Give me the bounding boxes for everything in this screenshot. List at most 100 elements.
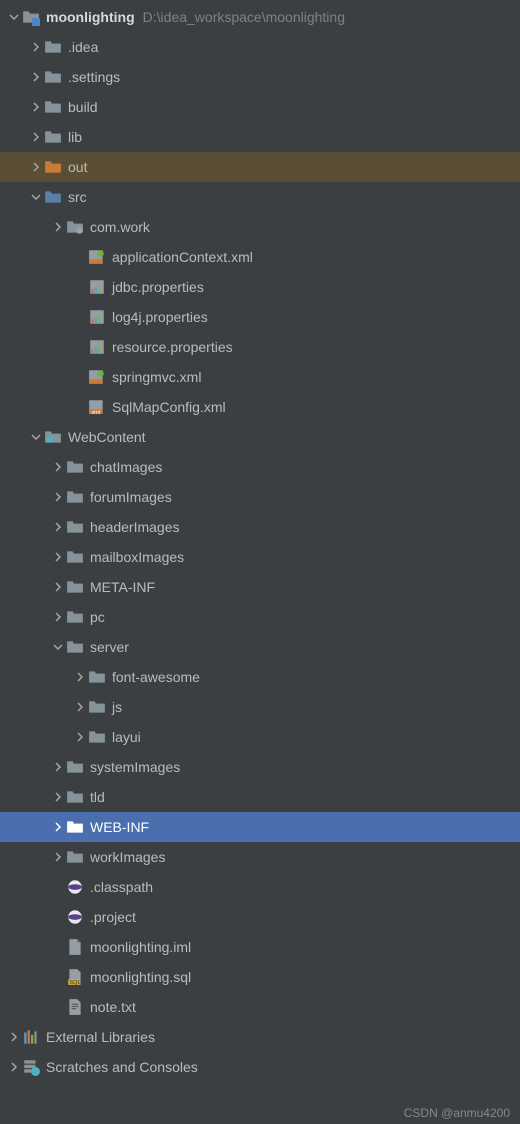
folder-icon (66, 789, 84, 805)
tree-row-pc[interactable]: pc (0, 602, 520, 632)
tree-node-label: resource.properties (112, 339, 233, 355)
text-file-icon (66, 999, 84, 1015)
chevron-right-icon[interactable] (6, 1059, 22, 1075)
chevron-right-icon[interactable] (50, 849, 66, 865)
chevron-right-icon[interactable] (28, 99, 44, 115)
tree-row-note[interactable]: note.txt (0, 992, 520, 1022)
tree-node-label: com.work (90, 219, 150, 235)
tree-row-root[interactable]: moonlighting D:\idea_workspace\moonlighti… (0, 2, 520, 32)
folder-icon (44, 129, 62, 145)
tree-row-sqlmapconfig[interactable]: xmlSqlMapConfig.xml (0, 392, 520, 422)
tree-row-src[interactable]: src (0, 182, 520, 212)
chevron-right-icon[interactable] (72, 669, 88, 685)
tree-row-jdbc[interactable]: jdbc.properties (0, 272, 520, 302)
tree-row-lib[interactable]: lib (0, 122, 520, 152)
tree-row-classpath[interactable]: .classpath (0, 872, 520, 902)
tree-node-label: chatImages (90, 459, 162, 475)
tree-node-label: moonlighting.sql (90, 969, 191, 985)
tree-row-resource[interactable]: resource.properties (0, 332, 520, 362)
tree-node-label: applicationContext.xml (112, 249, 253, 265)
tree-node-label: External Libraries (46, 1029, 155, 1045)
tree-row-tld[interactable]: tld (0, 782, 520, 812)
tree-row-build[interactable]: build (0, 92, 520, 122)
tree-row-log4j[interactable]: log4j.properties (0, 302, 520, 332)
eclipse-file-icon (66, 909, 84, 925)
tree-node-label: forumImages (90, 489, 172, 505)
chevron-right-icon[interactable] (50, 459, 66, 475)
chevron-right-icon[interactable] (28, 129, 44, 145)
indent-spacer (6, 917, 50, 918)
chevron-right-icon[interactable] (28, 39, 44, 55)
tree-row-extlib[interactable]: External Libraries (0, 1022, 520, 1052)
tree-row-project[interactable]: .project (0, 902, 520, 932)
chevron-right-icon[interactable] (50, 819, 66, 835)
tree-row-systemimages[interactable]: systemImages (0, 752, 520, 782)
chevron-right-icon[interactable] (50, 789, 66, 805)
tree-row-springmvc[interactable]: springmvc.xml (0, 362, 520, 392)
folder-icon (44, 39, 62, 55)
tree-row-appctx[interactable]: applicationContext.xml (0, 242, 520, 272)
indent-spacer (6, 497, 50, 498)
tree-row-iml[interactable]: moonlighting.iml (0, 932, 520, 962)
chevron-right-icon[interactable] (50, 489, 66, 505)
indent-spacer (6, 617, 50, 618)
tree-row-out[interactable]: out (0, 152, 520, 182)
chevron-right-icon[interactable] (50, 579, 66, 595)
indent-spacer (6, 287, 72, 288)
tree-node-label: META-INF (90, 579, 155, 595)
tree-row-server[interactable]: server (0, 632, 520, 662)
chevron-down-icon[interactable] (50, 639, 66, 655)
indent-spacer (6, 257, 72, 258)
tree-row-sql[interactable]: SQLmoonlighting.sql (0, 962, 520, 992)
chevron-right-icon[interactable] (50, 759, 66, 775)
tree-row-comwork[interactable]: com.work (0, 212, 520, 242)
tree-row-mailboximages[interactable]: mailboxImages (0, 542, 520, 572)
tree-node-label: js (112, 699, 122, 715)
chevron-down-icon[interactable] (6, 9, 22, 25)
indent-spacer (6, 767, 50, 768)
tree-row-scratches[interactable]: Scratches and Consoles (0, 1052, 520, 1082)
chevron-right-icon[interactable] (72, 699, 88, 715)
project-tree[interactable]: moonlighting D:\idea_workspace\moonlighti… (0, 0, 520, 1082)
indent-spacer (6, 227, 50, 228)
tree-row-webcontent[interactable]: WebContent (0, 422, 520, 452)
folder-icon (88, 729, 106, 745)
tree-row-webinf[interactable]: WEB-INF (0, 812, 520, 842)
tree-node-label: .settings (68, 69, 120, 85)
properties-file-icon (88, 309, 106, 325)
tree-node-label: font-awesome (112, 669, 200, 685)
tree-row-forumimages[interactable]: forumImages (0, 482, 520, 512)
tree-row-metainf[interactable]: META-INF (0, 572, 520, 602)
chevron-right-icon[interactable] (50, 549, 66, 565)
tree-row-layui[interactable]: layui (0, 722, 520, 752)
chevron-right-icon[interactable] (28, 159, 44, 175)
folder-icon (44, 99, 62, 115)
chevron-down-icon[interactable] (28, 189, 44, 205)
tree-row-chatimages[interactable]: chatImages (0, 452, 520, 482)
tree-row-idea[interactable]: .idea (0, 32, 520, 62)
chevron-down-icon[interactable] (28, 429, 44, 445)
chevron-right-icon[interactable] (6, 1029, 22, 1045)
folder-icon (66, 459, 84, 475)
tree-row-settings[interactable]: .settings (0, 62, 520, 92)
tree-row-headerimages[interactable]: headerImages (0, 512, 520, 542)
chevron-right-icon[interactable] (50, 519, 66, 535)
tree-node-label: moonlighting (46, 9, 135, 25)
chevron-right-icon[interactable] (72, 729, 88, 745)
folder-icon (88, 669, 106, 685)
folder-icon (66, 519, 84, 535)
indent-spacer (6, 437, 28, 438)
chevron-right-icon[interactable] (50, 219, 66, 235)
indent-spacer (6, 137, 28, 138)
tree-node-label: systemImages (90, 759, 180, 775)
chevron-right-icon[interactable] (28, 69, 44, 85)
path-hint: D:\idea_workspace\moonlighting (143, 9, 345, 25)
indent-spacer (6, 347, 72, 348)
tree-row-workimages[interactable]: workImages (0, 842, 520, 872)
folder-web-icon (44, 429, 62, 445)
indent-spacer (6, 527, 50, 528)
tree-row-js[interactable]: js (0, 692, 520, 722)
tree-row-fontawesome[interactable]: font-awesome (0, 662, 520, 692)
chevron-right-icon[interactable] (50, 609, 66, 625)
folder-icon (66, 609, 84, 625)
